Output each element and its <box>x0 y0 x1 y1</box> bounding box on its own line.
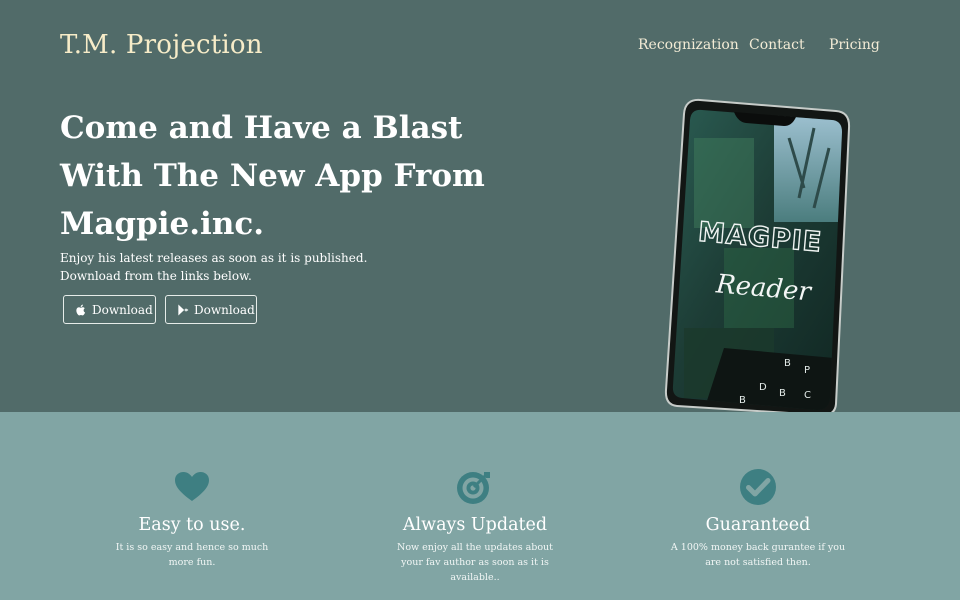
feature-title: Easy to use. <box>138 515 246 535</box>
feature-title: Always Updated <box>402 515 548 535</box>
top-nav: Recognization Contact Pricing <box>0 37 960 57</box>
phone-mockup: B P D B C B MAGPIE Reader <box>664 98 851 412</box>
apple-icon <box>74 303 88 317</box>
hero-subtext-line: Download from the links below. <box>60 269 252 283</box>
app-store-download-button[interactable]: Download <box>63 295 156 324</box>
play-store-download-button[interactable]: Download <box>165 295 257 324</box>
nav-link-contact[interactable]: Contact <box>749 37 805 53</box>
hero-section: T.M. Projection Recognization Contact Pr… <box>0 0 960 412</box>
feature-title: Guaranteed <box>705 515 811 535</box>
feature-description: It is so easy and hence so much more fun… <box>115 542 269 568</box>
svg-text:B: B <box>784 358 791 369</box>
check-circle-icon <box>740 469 776 505</box>
download-label: Download <box>194 302 255 317</box>
play-store-icon <box>176 303 190 317</box>
hero-subtext-line: Enjoy his latest releases as soon as it … <box>60 251 368 265</box>
svg-text:P: P <box>804 365 810 376</box>
hero-headline: Come and Have a Blast With The New App F… <box>60 110 485 242</box>
feature-description: A 100% money back gurantee if you are no… <box>670 542 846 568</box>
svg-text:D: D <box>759 382 767 393</box>
features-section: Easy to use. It is so easy and hence so … <box>0 412 960 600</box>
bullseye-icon <box>457 472 490 504</box>
hero-subtext: Enjoy his latest releases as soon as it … <box>60 249 380 285</box>
svg-text:B: B <box>779 388 786 399</box>
download-label: Download <box>92 302 153 317</box>
nav-link-pricing[interactable]: Pricing <box>829 37 880 53</box>
svg-text:C: C <box>804 390 811 401</box>
feature-description: Now enjoy all the updates about your fav… <box>397 542 553 583</box>
nav-link-recognization[interactable]: Recognization <box>638 37 739 53</box>
heart-icon <box>175 472 209 501</box>
